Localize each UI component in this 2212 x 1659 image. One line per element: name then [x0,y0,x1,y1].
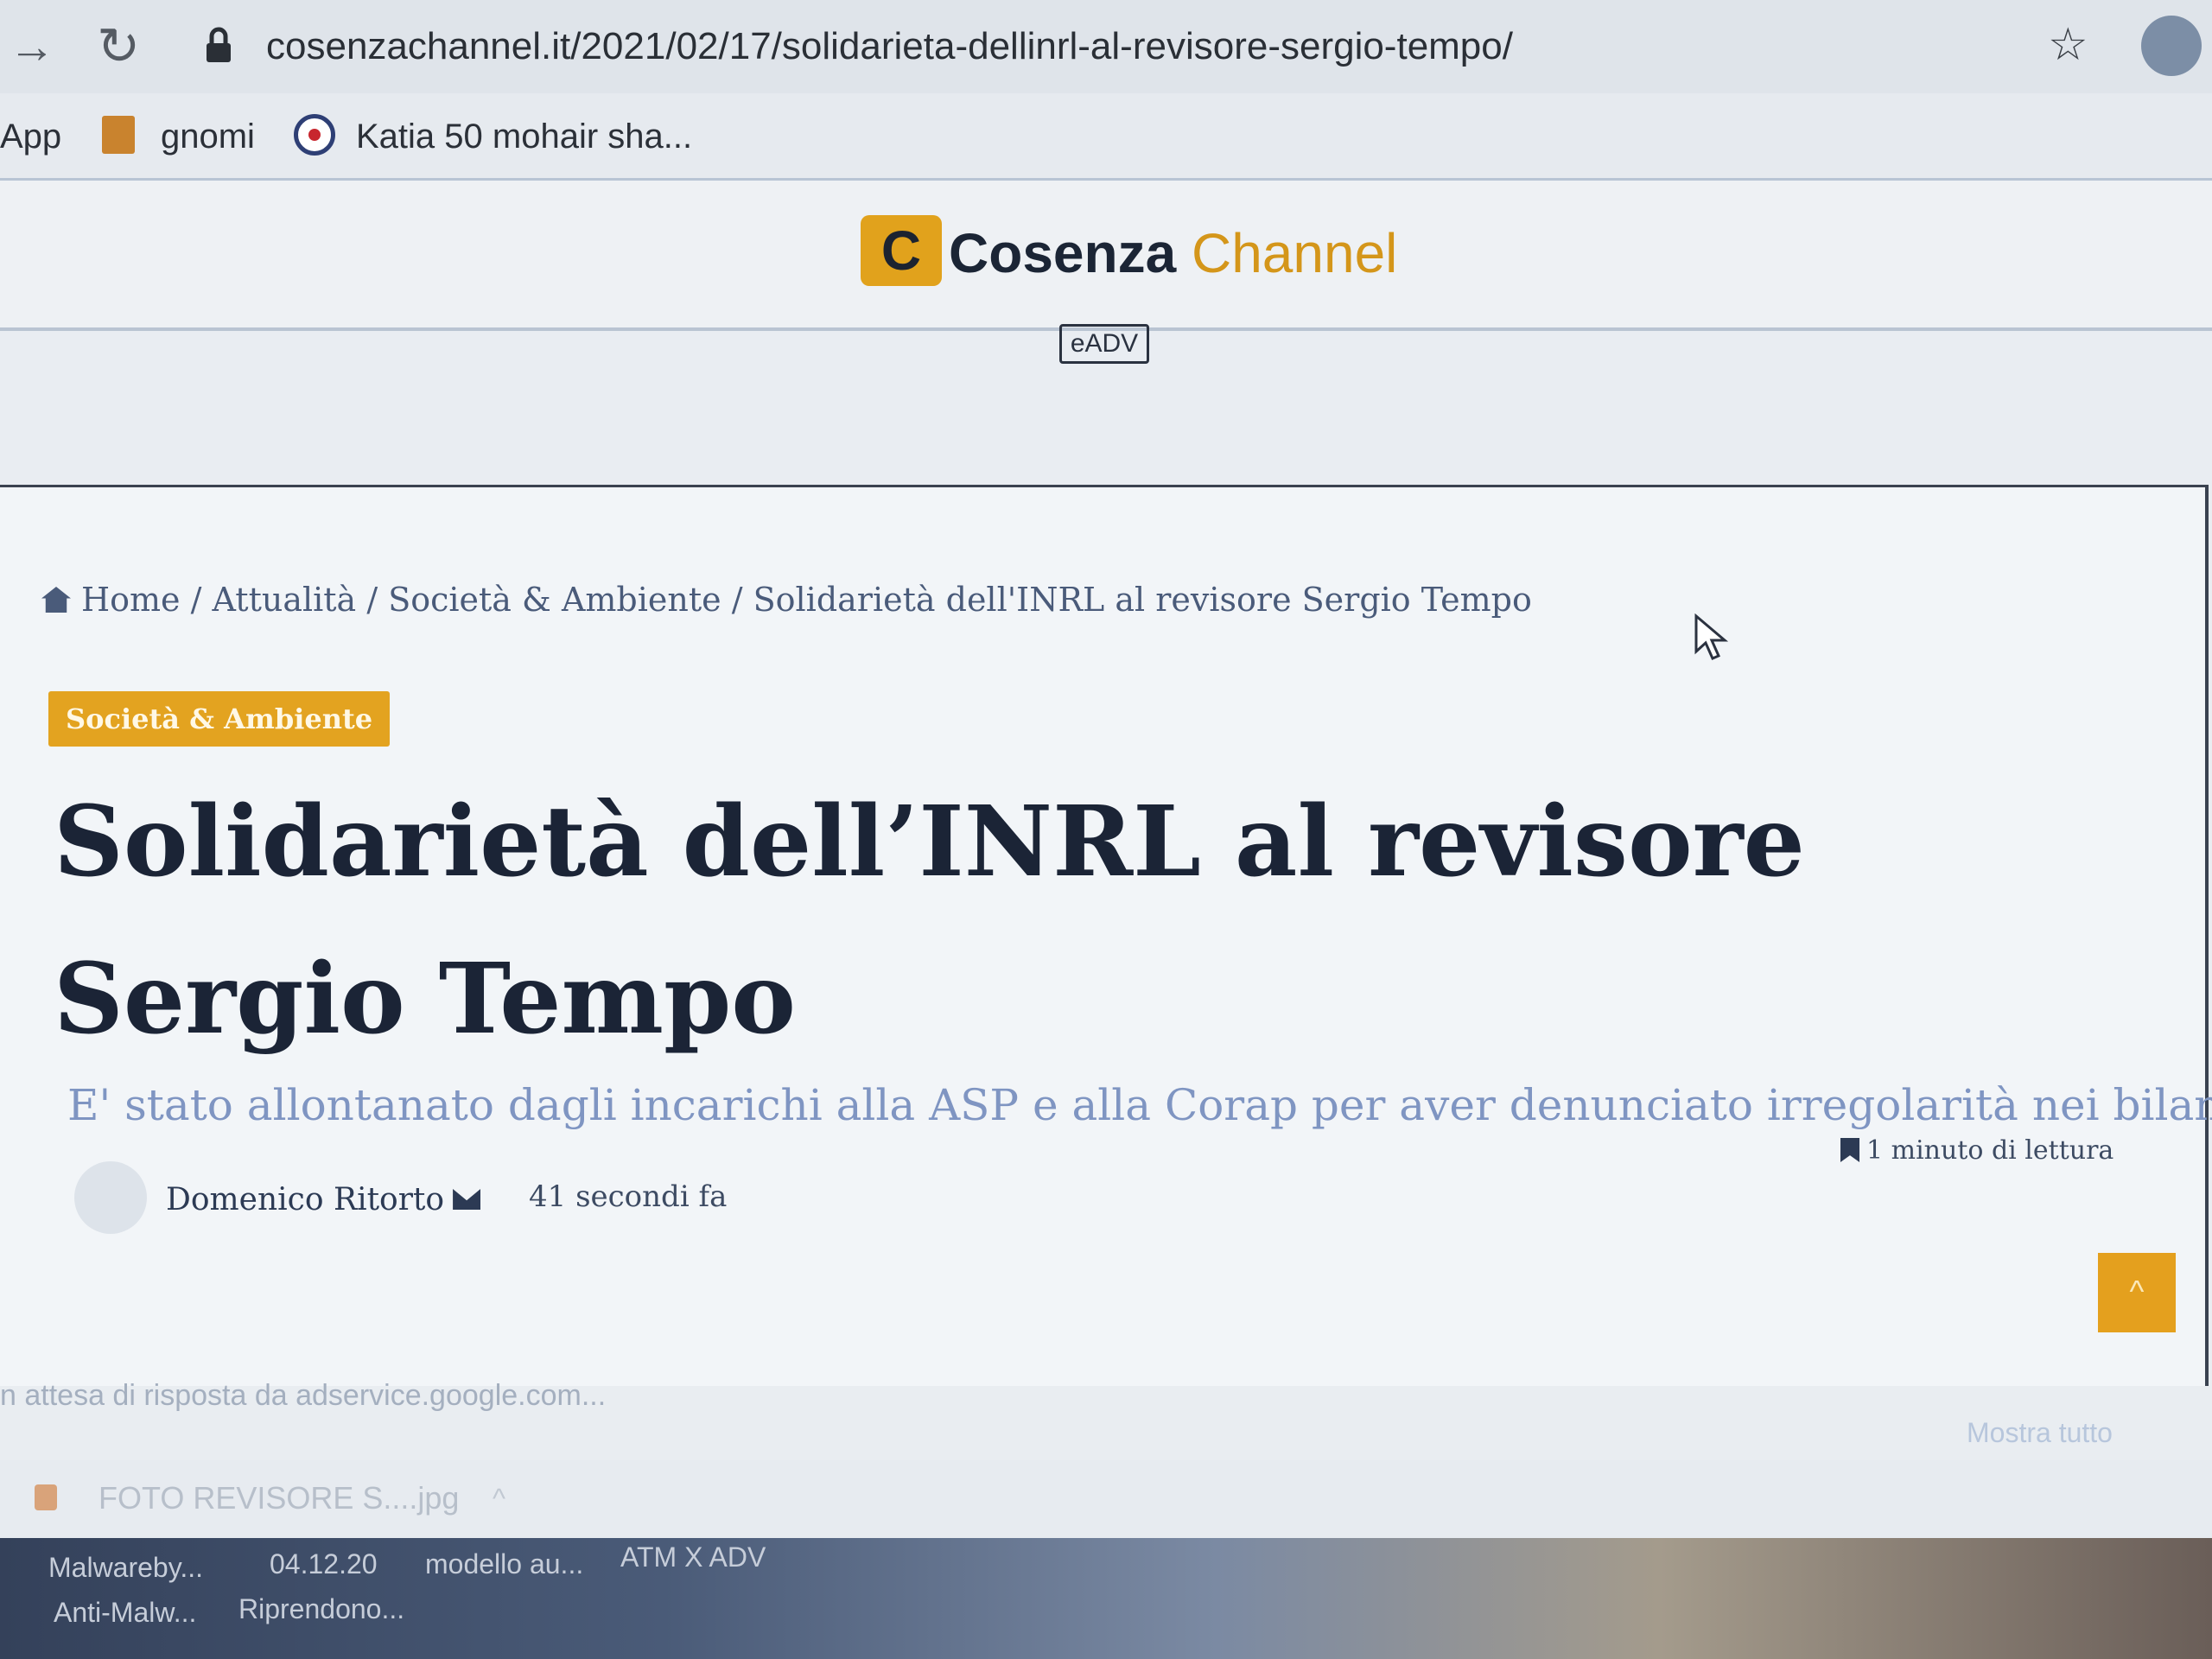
chevron-up-icon[interactable]: ^ [493,1474,505,1522]
mail-icon[interactable] [453,1189,481,1210]
breadcrumb-attualita[interactable]: Attualità [213,581,357,619]
taskbar-item[interactable]: Malwareby... [48,1548,203,1586]
bookmark-gnomi[interactable]: gnomi [161,112,255,161]
status-text: n attesa di risposta da adservice.google… [0,1379,607,1412]
breadcrumb-current: Solidarietà dell'INRL al revisore Sergio… [753,581,1532,619]
breadcrumb-home[interactable]: Home [81,581,181,619]
taskbar-item[interactable]: ATM X ADV [620,1538,766,1576]
author-name-text: Domenico Ritorto [166,1182,445,1217]
publish-time: 41 secondi fa [529,1179,728,1214]
image-file-icon [35,1484,57,1510]
article-title: Solidarietà dell’INRL al revisore Sergio… [54,785,1805,1056]
reading-time: 1 minuto di lettura [1840,1132,2113,1170]
reading-time-text: 1 minuto di lettura [1866,1135,2114,1166]
site-favicon-icon [294,114,335,156]
author-name[interactable]: Domenico Ritorto [166,1179,481,1222]
bookmark-icon [1840,1138,1859,1162]
ad-label[interactable]: eADV [1059,324,1149,364]
logo-word-cosenza: Cosenza [949,222,1177,284]
logo-letter: C [880,219,922,282]
bookmark-katia[interactable]: Katia 50 mohair sha... [356,112,692,161]
profile-avatar[interactable] [2141,16,2202,76]
mouse-cursor-icon [1694,613,1729,660]
logo-word-channel: Channel [1191,222,1398,284]
bookmark-star-icon[interactable]: ☆ [2048,17,2088,73]
site-header: C Cosenza Channel [0,181,2212,331]
article-container: Home / Attualità / Società & Ambiente / … [0,485,2212,1386]
article-subtitle: E' stato allontanato dagli incarichi all… [67,1080,2212,1130]
taskbar-item[interactable]: Riprendono... [238,1590,404,1628]
taskbar-item[interactable]: Anti-Malw... [54,1593,196,1631]
author-avatar[interactable] [74,1161,147,1234]
taskbar-item[interactable]: 04.12.20 [270,1545,378,1583]
address-bar[interactable]: cosenzachannel.it/2021/02/17/solidarieta… [266,19,1513,74]
chevron-up-icon: ^ [2129,1274,2145,1309]
breadcrumb: Home / Attualità / Società & Ambiente / … [41,574,1532,626]
browser-toolbar: → ↻ cosenzachannel.it/2021/02/17/solidar… [0,0,2212,94]
bookmark-apps[interactable]: App [0,112,61,161]
forward-icon[interactable]: → [9,19,55,74]
category-tag[interactable]: Società & Ambiente [48,691,391,747]
scroll-to-top-button[interactable]: ^ [2098,1253,2176,1332]
reload-icon[interactable]: ↻ [97,19,140,74]
lock-icon [207,27,231,62]
folder-icon [102,116,135,154]
site-logo[interactable]: Cosenza Channel [949,222,1397,284]
home-icon [41,587,71,613]
taskbar-item[interactable]: modello au... [425,1545,583,1583]
download-item[interactable]: FOTO REVISORE S....jpg [99,1474,459,1522]
taskbar: Malwareby... 04.12.20 modello au... ATM … [0,1538,2212,1659]
breadcrumb-societa[interactable]: Società & Ambiente [388,581,721,619]
logo-icon[interactable]: C [861,215,942,286]
show-all-downloads-link[interactable]: Mostra tutto [1967,1414,2113,1452]
